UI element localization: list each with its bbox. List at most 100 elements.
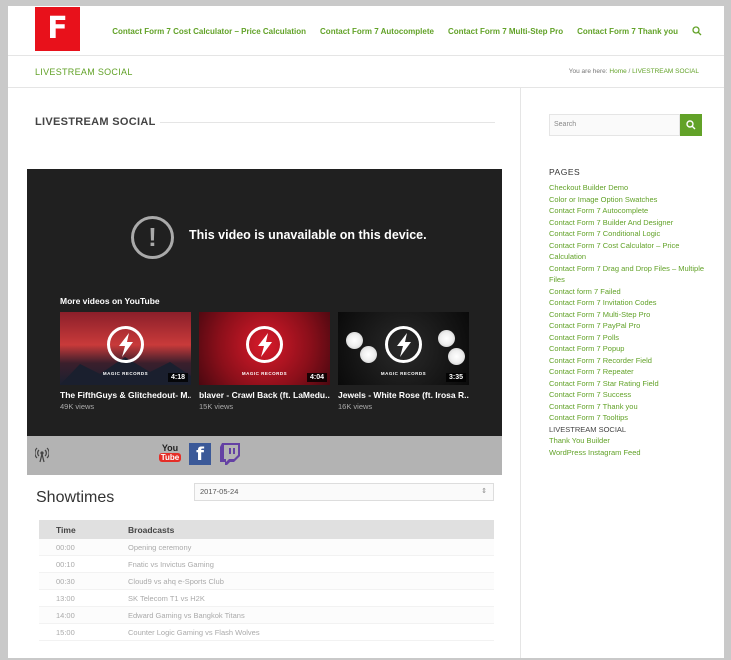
site-header: F Contact Form 7 Cost Calculator – Price… [8, 6, 724, 56]
heading-divider [160, 122, 495, 123]
sidebar-page-link[interactable]: Contact Form 7 Polls [549, 332, 709, 344]
more-videos-label: More videos on YouTube [60, 296, 160, 306]
row-broadcast: Cloud9 vs ahq e-Sports Club [128, 577, 224, 586]
showtimes-title: Showtimes [36, 489, 115, 506]
sidebar-page-link[interactable]: WordPress Instagram Feed [549, 447, 709, 459]
table-header: Time Broadcasts [39, 520, 494, 539]
rose-icon [360, 346, 377, 363]
bolt-icon [246, 326, 283, 363]
video-views: 15K views [199, 402, 234, 411]
sidebar-page-link[interactable]: Contact Form 7 Recorder Field [549, 355, 709, 367]
sidebar-page-link[interactable]: Contact Form 7 Star Rating Field [549, 378, 709, 390]
twitch-icon[interactable] [220, 443, 240, 465]
main-content: LIVESTREAM SOCIAL ! This video is unavai… [8, 88, 521, 658]
content-heading: LIVESTREAM SOCIAL [35, 116, 156, 128]
sidebar-page-link[interactable]: Contact Form 7 Multi-Step Pro [549, 309, 709, 321]
related-video[interactable]: MAGIC RECORDS 4:04 blaver - Crawl Back (… [199, 312, 330, 411]
video-duration: 4:18 [167, 373, 188, 382]
sidebar-page-link[interactable]: Contact Form 7 Success [549, 389, 709, 401]
pages-heading: PAGES [549, 167, 581, 177]
youtube-icon[interactable]: You Tube [159, 443, 181, 467]
nav-item-autocomplete[interactable]: Contact Form 7 Autocomplete [320, 27, 434, 36]
video-thumbnail[interactable]: MAGIC RECORDS 4:04 [199, 312, 330, 385]
table-body: 00:00 Opening ceremony 00:10 Fnatic vs Inv… [39, 539, 494, 641]
sidebar-page-link[interactable]: Contact Form 7 Repeater [549, 366, 709, 378]
table-row: 00:30 Cloud9 vs ahq e-Sports Club [39, 573, 494, 590]
broadcast-icon[interactable] [35, 447, 49, 463]
site-logo[interactable]: F [35, 7, 80, 51]
sidebar-page-link[interactable]: Contact Form 7 Popup [549, 343, 709, 355]
sidebar-page-link[interactable]: Contact Form 7 Conditional Logic [549, 228, 709, 240]
row-broadcast: Fnatic vs Invictus Gaming [128, 560, 214, 569]
row-broadcast: SK Telecom T1 vs H2K [128, 594, 205, 603]
column-header-time: Time [56, 525, 76, 535]
column-header-broadcasts: Broadcasts [128, 525, 175, 535]
rose-icon [438, 330, 455, 347]
nav-item-thank-you[interactable]: Contact Form 7 Thank you [577, 27, 678, 36]
video-title[interactable]: blaver - Crawl Back (ft. LaMedu... [199, 390, 330, 400]
sidebar-page-link[interactable]: Contact Form 7 Thank you [549, 401, 709, 413]
breadcrumb: You are here: Home / LIVESTREAM SOCIAL [569, 68, 699, 75]
youtube-you-text: You [161, 443, 179, 453]
video-views: 49K views [60, 402, 95, 411]
sidebar-page-link[interactable]: Contact Form 7 Cost Calculator – Price C… [549, 240, 709, 263]
social-bar: You Tube f [27, 436, 502, 475]
video-thumbnail[interactable]: MAGIC RECORDS 4:18 [60, 312, 191, 385]
sidebar-page-link[interactable]: Thank You Builder [549, 435, 709, 447]
sidebar-page-link[interactable]: Contact Form 7 Drag and Drop Files – Mul… [549, 263, 709, 286]
video-views: 16K views [338, 402, 373, 411]
search-input[interactable]: Search [549, 114, 680, 136]
related-video[interactable]: MAGIC RECORDS 4:18 The FifthGuys & Glitc… [60, 312, 191, 411]
breadcrumb-separator: / [628, 68, 631, 75]
sidebar-page-link[interactable]: Contact form 7 Failed [549, 286, 709, 298]
nav-item-cost-calculator[interactable]: Contact Form 7 Cost Calculator – Price C… [112, 27, 306, 36]
bolt-icon [107, 326, 144, 363]
sidebar-page-link[interactable]: Contact Form 7 PayPal Pro [549, 320, 709, 332]
row-time: 15:00 [56, 628, 75, 637]
video-thumbnail[interactable]: MAGIC RECORDS 3:35 [338, 312, 469, 385]
row-time: 00:00 [56, 543, 75, 552]
bolt-icon [385, 326, 422, 363]
row-time: 00:10 [56, 560, 75, 569]
row-time: 14:00 [56, 611, 75, 620]
page-title[interactable]: LIVESTREAM SOCIAL [35, 67, 133, 77]
video-title[interactable]: Jewels - White Rose (ft. Irosa R... [338, 390, 469, 400]
breadcrumb-prefix: You are here: [568, 68, 608, 75]
video-duration: 4:04 [306, 373, 327, 382]
sidebar-page-link[interactable]: Contact Form 7 Builder And Designer [549, 217, 709, 229]
table-row: 00:10 Fnatic vs Invictus Gaming [39, 556, 494, 573]
date-select-value: 2017-05-24 [200, 487, 239, 496]
row-broadcast: Opening ceremony [128, 543, 192, 552]
breadcrumb-home[interactable]: Home [609, 68, 626, 75]
related-video[interactable]: MAGIC RECORDS 3:35 Jewels - White Rose (… [338, 312, 469, 411]
search-icon [686, 120, 696, 130]
sidebar-page-link[interactable]: Contact Form 7 Autocomplete [549, 205, 709, 217]
sidebar-page-link[interactable]: Checkout Builder Demo [549, 182, 709, 194]
main-nav: Contact Form 7 Cost Calculator – Price C… [112, 26, 702, 36]
showtimes-table: Time Broadcasts 00:00 Opening ceremony 00… [39, 520, 494, 641]
sidebar-page-link[interactable]: LIVESTREAM SOCIAL [549, 424, 709, 436]
youtube-tube-text: Tube [159, 453, 181, 462]
rose-icon [448, 348, 465, 365]
table-row: 00:00 Opening ceremony [39, 539, 494, 556]
sidebar-page-link[interactable]: Contact Form 7 Tooltips [549, 412, 709, 424]
facebook-icon[interactable]: f [189, 443, 211, 465]
table-row: 13:00 SK Telecom T1 vs H2K [39, 590, 494, 607]
video-title[interactable]: The FifthGuys & Glitchedout- M... [60, 390, 191, 400]
search-icon[interactable] [692, 26, 702, 36]
table-row: 14:00 Edward Gaming vs Bangkok Titans [39, 607, 494, 624]
sidebar-page-link[interactable]: Color or Image Option Swatches [549, 194, 709, 206]
chevron-updown-icon: ⇕ [481, 488, 487, 495]
row-broadcast: Edward Gaming vs Bangkok Titans [128, 611, 245, 620]
title-bar: LIVESTREAM SOCIAL You are here: Home / L… [8, 56, 724, 88]
search-button[interactable] [680, 114, 702, 136]
sidebar-page-link[interactable]: Contact Form 7 Invitation Codes [549, 297, 709, 309]
row-time: 00:30 [56, 577, 75, 586]
unavailable-message: This video is unavailable on this device… [189, 228, 427, 242]
page-frame: F Contact Form 7 Cost Calculator – Price… [8, 6, 724, 658]
breadcrumb-current[interactable]: LIVESTREAM SOCIAL [632, 68, 699, 75]
row-time: 13:00 [56, 594, 75, 603]
youtube-player[interactable]: ! This video is unavailable on this devi… [27, 169, 502, 436]
nav-item-multi-step-pro[interactable]: Contact Form 7 Multi-Step Pro [448, 27, 563, 36]
date-select[interactable]: 2017-05-24 ⇕ [194, 483, 494, 501]
